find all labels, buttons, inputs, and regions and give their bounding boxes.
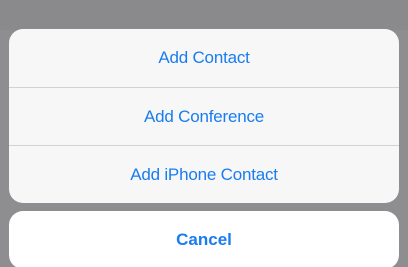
add-conference-button[interactable]: Add Conference [9,87,399,145]
dimmed-background[interactable] [0,0,408,30]
cancel-button[interactable]: Cancel [9,211,399,267]
add-iphone-contact-button[interactable]: Add iPhone Contact [9,145,399,203]
action-sheet: Add Contact Add Conference Add iPhone Co… [9,29,399,203]
add-contact-button[interactable]: Add Contact [9,29,399,87]
